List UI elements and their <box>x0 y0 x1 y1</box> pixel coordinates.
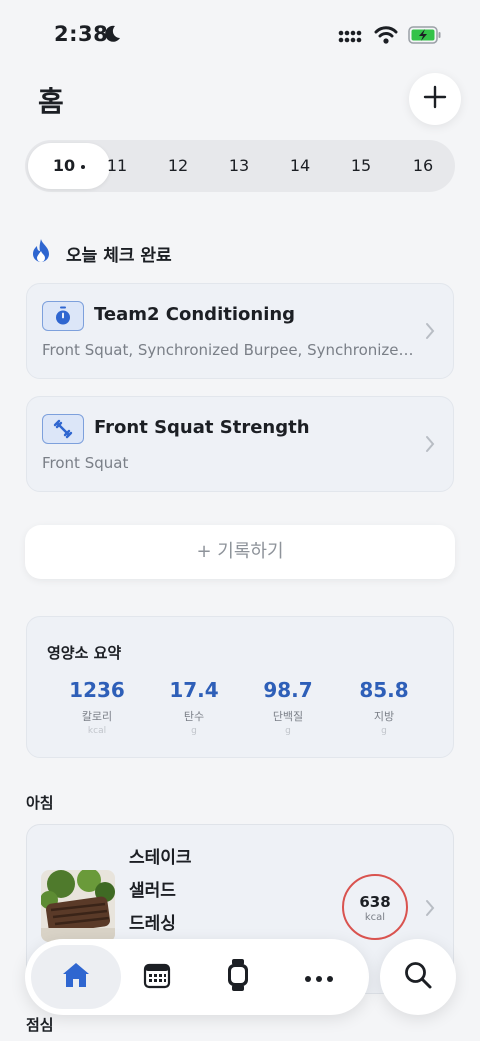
dumbbell-icon <box>42 414 84 444</box>
meal-photo <box>41 870 115 942</box>
nutrition-label: 단백질 <box>272 710 304 723</box>
workout-subtitle: Front Squat, Synchronized Burpee, Synchr… <box>42 341 414 359</box>
tab-home[interactable] <box>31 945 121 1009</box>
nutrition-title: 영양소 요약 <box>47 644 122 662</box>
today-dot <box>81 164 86 169</box>
workout-title: Front Squat Strength <box>94 417 310 438</box>
status-bar: 2:38 <box>0 0 480 70</box>
check-title: 오늘 체크 완료 <box>66 245 172 266</box>
plus-icon <box>423 85 447 113</box>
check-header: 오늘 체크 완료 <box>30 238 172 268</box>
meal-name-line: 스테이크 <box>129 848 192 868</box>
workout-card[interactable]: Front Squat Strength Front Squat <box>26 396 454 492</box>
workout-card[interactable]: Team2 Conditioning Front Squat, Synchron… <box>26 283 454 379</box>
nutrition-unit: g <box>285 726 291 736</box>
signal-icon <box>338 28 364 47</box>
chevron-right-icon <box>425 435 435 457</box>
kcal-unit: kcal <box>364 912 386 923</box>
tab-bar <box>25 939 369 1015</box>
nutrition-value: 17.4 <box>169 678 219 702</box>
meal-name-line: 샐러드 <box>129 881 176 901</box>
chevron-right-icon <box>425 899 435 921</box>
moon-icon <box>102 24 122 48</box>
page-title: 홈 <box>38 85 64 118</box>
date-item[interactable]: 13 <box>219 140 259 192</box>
watch-icon <box>226 959 250 995</box>
status-time: 2:38 <box>54 22 109 46</box>
meal-section-lunch: 점심 <box>26 1016 54 1034</box>
meal-name-line: 드레싱 <box>129 914 176 934</box>
status-indicators <box>338 26 442 48</box>
date-item[interactable]: 11 <box>97 140 137 192</box>
search-icon <box>403 960 433 994</box>
nutrition-unit: kcal <box>87 726 107 736</box>
date-selector: 10 11 12 13 14 15 16 <box>25 140 455 192</box>
calendar-icon <box>143 961 171 993</box>
kcal-value: 638 <box>359 893 391 911</box>
nutrition-value: 85.8 <box>359 678 409 702</box>
nutrition-label: 칼로리 <box>81 710 113 723</box>
nutrition-fat: 85.8 지방 g <box>334 678 434 736</box>
more-icon <box>304 968 334 987</box>
workout-title: Team2 Conditioning <box>94 304 296 325</box>
nutrition-unit: g <box>191 726 197 736</box>
wifi-icon <box>374 26 398 48</box>
tab-more[interactable] <box>287 945 351 1009</box>
search-button[interactable] <box>380 939 456 1015</box>
tab-calendar[interactable] <box>125 945 189 1009</box>
add-button[interactable] <box>409 73 461 125</box>
date-item[interactable]: 12 <box>158 140 198 192</box>
kcal-badge: 638 kcal <box>342 874 408 940</box>
nutrition-unit: g <box>381 726 387 736</box>
workout-subtitle: Front Squat <box>42 454 129 472</box>
date-item[interactable]: 16 <box>403 140 443 192</box>
nutrition-value: 98.7 <box>263 678 313 702</box>
chevron-right-icon <box>425 322 435 344</box>
tab-watch[interactable] <box>206 945 270 1009</box>
nutrition-label: 지방 <box>373 710 395 723</box>
home-icon <box>61 961 91 993</box>
nutrition-calories: 1236 칼로리 kcal <box>47 678 147 736</box>
nutrition-protein: 98.7 단백질 g <box>238 678 338 736</box>
record-button[interactable]: + 기록하기 <box>25 525 455 579</box>
timer-icon <box>42 301 84 331</box>
nutrition-value: 1236 <box>69 678 125 702</box>
nutrition-summary-card[interactable]: 영양소 요약 1236 칼로리 kcal 17.4 탄수 g 98.7 단백질 … <box>26 616 454 758</box>
battery-icon <box>408 26 442 48</box>
nutrition-carbs: 17.4 탄수 g <box>144 678 244 736</box>
meal-section-breakfast: 아침 <box>26 794 54 812</box>
date-item[interactable]: 14 <box>280 140 320 192</box>
date-label: 10 <box>52 156 76 175</box>
nutrition-label: 탄수 <box>183 710 205 723</box>
flame-icon <box>30 238 52 268</box>
date-item[interactable]: 15 <box>341 140 381 192</box>
